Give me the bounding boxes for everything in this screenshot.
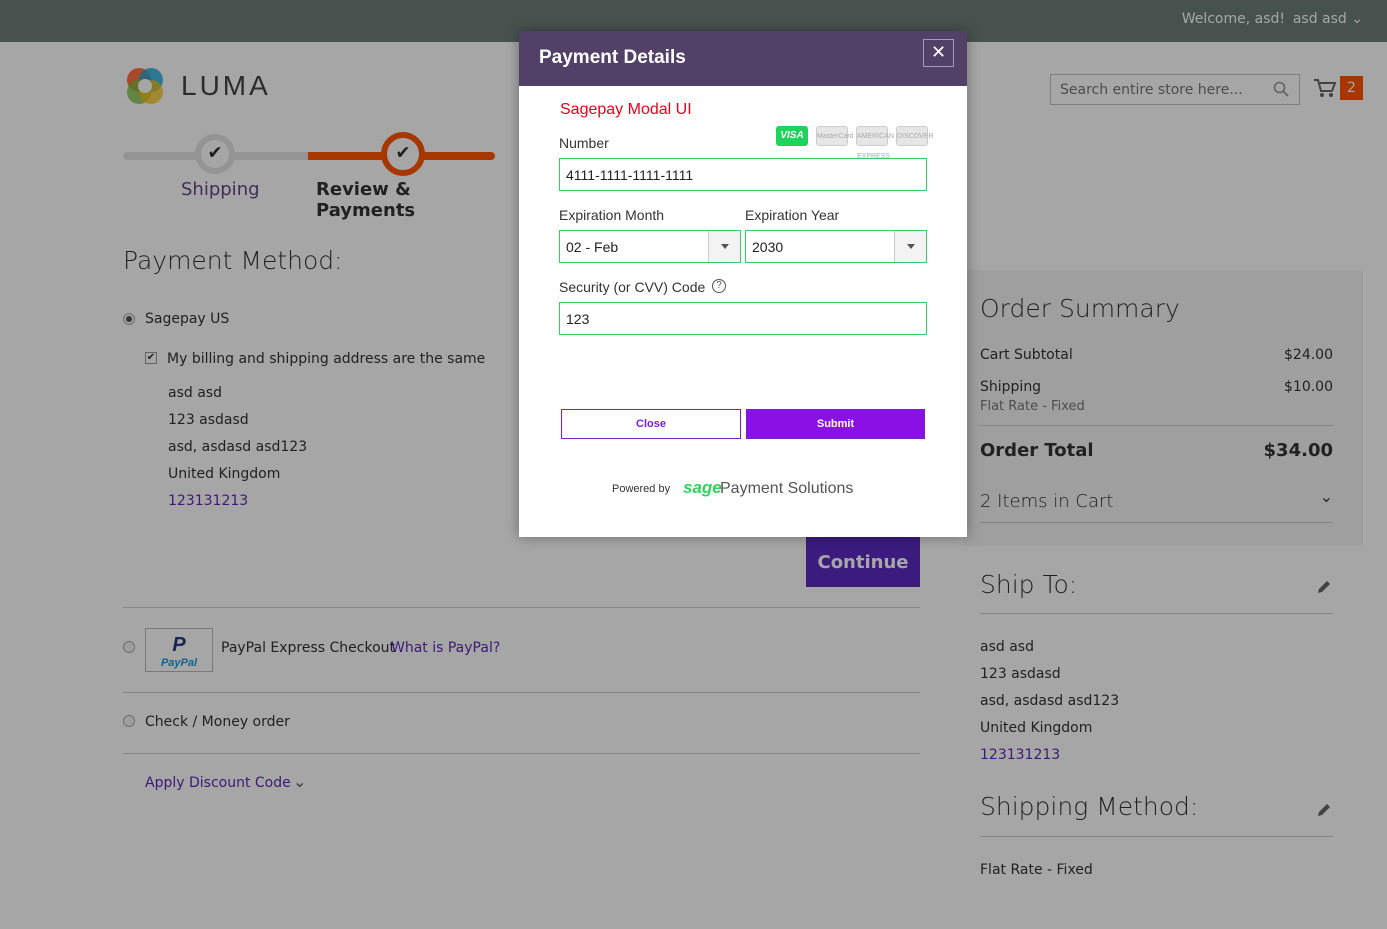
payment-solutions-label: Payment Solutions [720, 480, 854, 497]
expiration-year-value: 2030 [752, 239, 784, 255]
modal-header: Payment Details ✕ [519, 31, 967, 86]
expiration-month-label: Expiration Month [559, 207, 665, 223]
cvv-label: Security (or CVV) Code [559, 279, 706, 295]
amex-card-icon: AMERICAN EXPRESS [856, 126, 894, 160]
expiration-year-label: Expiration Year [745, 207, 840, 223]
accepted-cards: VISA MasterCard AMERICAN EXPRESS DISCOVE… [776, 126, 934, 160]
payment-details-modal: Payment Details ✕ Sagepay Modal UI Numbe… [519, 31, 967, 537]
cvv-value: 123 [566, 311, 590, 327]
card-number-value: 4111-1111-1111-1111 [566, 167, 694, 183]
discover-card-icon: DISCOVER [896, 126, 934, 146]
close-icon[interactable]: ✕ [923, 39, 954, 67]
modal-title: Payment Details [539, 47, 686, 68]
help-icon[interactable]: ? [712, 279, 726, 293]
close-button[interactable]: Close [561, 409, 741, 439]
powered-by-label: Powered by [612, 483, 671, 495]
dropdown-arrow-icon[interactable] [708, 231, 740, 262]
card-number-input[interactable]: 4111-1111-1111-1111 [559, 158, 927, 191]
submit-button[interactable]: Submit [746, 409, 925, 439]
cvv-input[interactable]: 123 [559, 302, 927, 335]
expiration-month-value: 02 - Feb [566, 239, 619, 255]
expiration-year-select[interactable]: 2030 [745, 230, 927, 263]
expiration-month-select[interactable]: 02 - Feb [559, 230, 741, 263]
card-number-label: Number [559, 135, 609, 151]
modal-subtitle: Sagepay Modal UI [560, 101, 692, 118]
dropdown-arrow-icon[interactable] [894, 231, 926, 262]
sage-logo: sage [683, 478, 722, 497]
visa-card-icon: VISA [776, 126, 808, 146]
mastercard-icon: MasterCard [816, 126, 854, 146]
